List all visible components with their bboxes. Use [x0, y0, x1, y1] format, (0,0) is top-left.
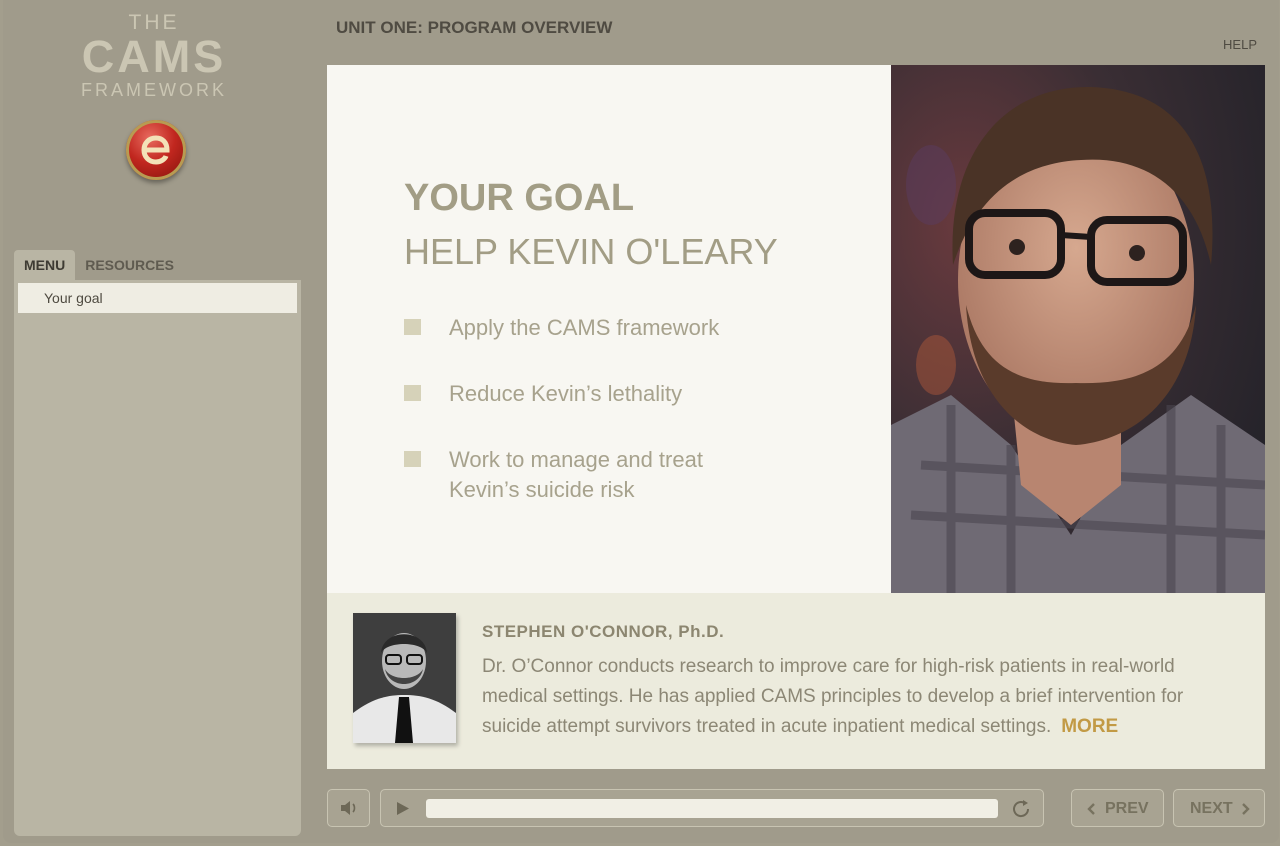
media-player-bar	[380, 789, 1044, 827]
logo-line-framework: FRAMEWORK	[81, 80, 227, 100]
progress-bar[interactable]	[426, 799, 998, 818]
bullet-text: Reduce Kevin’s lethality	[449, 381, 683, 406]
chevron-right-icon	[1242, 803, 1250, 815]
sidebar-menu-panel: Your goal	[14, 280, 301, 836]
bullet-square-icon	[404, 319, 421, 335]
prev-button[interactable]: PREV	[1071, 789, 1164, 827]
tab-resources[interactable]: RESOURCES	[75, 250, 184, 280]
bullet-square-icon	[404, 385, 421, 401]
goal-title: YOUR GOAL	[404, 177, 635, 219]
slide-panel: YOUR GOAL HELP KEVIN O'LEARY Apply the C…	[327, 65, 891, 593]
replay-icon[interactable]	[1010, 798, 1032, 820]
sidebar-item-your-goal[interactable]: Your goal	[18, 283, 297, 313]
speaker-icon	[340, 801, 355, 815]
page-title: UNIT ONE: PROGRAM OVERVIEW	[336, 18, 613, 37]
tab-menu[interactable]: MENU	[14, 250, 76, 280]
presenter-headshot	[353, 613, 456, 743]
prev-label: PREV	[1105, 800, 1149, 817]
e-badge-icon	[126, 120, 186, 180]
list-item: Work to manage and treat Kevin’s suicide…	[404, 445, 769, 505]
sidebar-tabs: MENU RESOURCES	[14, 250, 184, 280]
cams-logo: THE CAMS FRAMEWORK	[60, 12, 248, 101]
more-link[interactable]: MORE	[1061, 716, 1118, 737]
kevin-portrait-photo	[891, 65, 1265, 593]
play-icon[interactable]	[396, 801, 410, 816]
list-item: Reduce Kevin’s lethality	[404, 379, 769, 409]
next-button[interactable]: NEXT	[1173, 789, 1265, 827]
presenter-bio: STEPHEN O'CONNOR, Ph.D. Dr. O’Connor con…	[327, 593, 1265, 769]
help-link[interactable]: HELP	[1223, 37, 1257, 52]
next-label: NEXT	[1190, 800, 1233, 817]
presenter-description: Dr. O’Connor conducts research to improv…	[482, 652, 1242, 742]
logo-line-cams: CAMS	[81, 31, 227, 82]
presenter-name: STEPHEN O'CONNOR, Ph.D.	[482, 622, 725, 641]
list-item: Apply the CAMS framework	[404, 313, 769, 343]
bullet-text: Work to manage and treat Kevin’s suicide…	[449, 447, 703, 502]
chevron-left-icon	[1087, 803, 1095, 815]
mute-button[interactable]	[327, 789, 370, 827]
bullet-square-icon	[404, 451, 421, 467]
goal-subtitle: HELP KEVIN O'LEARY	[404, 231, 778, 272]
bullet-text: Apply the CAMS framework	[449, 315, 720, 340]
